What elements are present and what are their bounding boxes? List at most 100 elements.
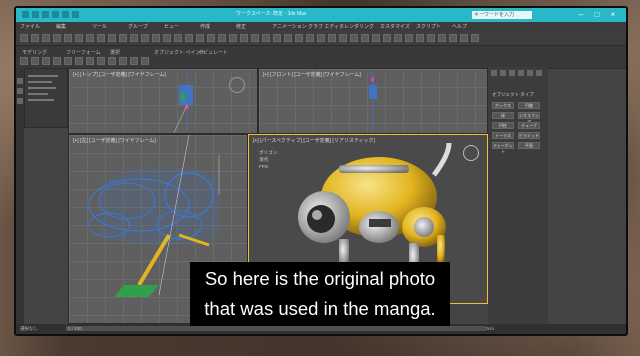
- display-tab-icon[interactable]: [527, 70, 533, 76]
- explorer-icon[interactable]: [17, 78, 23, 84]
- maximize-button[interactable]: □: [592, 10, 602, 20]
- create-tab-icon[interactable]: [491, 70, 497, 76]
- toolbar-tool-icon[interactable]: [31, 34, 39, 42]
- toolbar-tool-icon[interactable]: [317, 34, 325, 42]
- toolbar-tool-icon[interactable]: [218, 34, 226, 42]
- new-file-icon[interactable]: [32, 11, 39, 18]
- menu-item[interactable]: カスタマイズ: [380, 23, 410, 30]
- object-type-button[interactable]: ピラミッド: [518, 132, 540, 139]
- object-type-button[interactable]: ボックス: [492, 102, 514, 109]
- toolbar-tool-icon[interactable]: [20, 34, 28, 42]
- layer-icon[interactable]: [17, 88, 23, 94]
- toolbar-tool-icon[interactable]: [64, 34, 72, 42]
- toolbar-tool-icon[interactable]: [306, 34, 314, 42]
- menu-item[interactable]: 編集: [56, 23, 66, 30]
- menu-item[interactable]: レンダリング: [344, 23, 374, 30]
- toolbar-tool-icon[interactable]: [328, 34, 336, 42]
- toolbar-tool-icon[interactable]: [394, 34, 402, 42]
- ribbon-tool-icon[interactable]: [75, 57, 83, 65]
- menu-item[interactable]: ビュー: [164, 23, 179, 30]
- menu-item[interactable]: グラフ エディタ: [308, 23, 344, 30]
- menu-item[interactable]: 作成: [200, 23, 210, 30]
- ribbon-tab[interactable]: フリーフォーム: [66, 49, 101, 56]
- toolbar-tool-icon[interactable]: [130, 34, 138, 42]
- toolbar-tool-icon[interactable]: [284, 34, 292, 42]
- utilities-tab-icon[interactable]: [536, 70, 542, 76]
- redo-icon[interactable]: [72, 11, 79, 18]
- ribbon-tab[interactable]: 選択: [110, 49, 120, 56]
- toolbar-tool-icon[interactable]: [196, 34, 204, 42]
- menu-item[interactable]: スクリプト: [416, 23, 441, 30]
- toolbar-tool-icon[interactable]: [207, 34, 215, 42]
- toolbar-tool-icon[interactable]: [383, 34, 391, 42]
- toolbar-tool-icon[interactable]: [449, 34, 457, 42]
- toolbar-tool-icon[interactable]: [42, 34, 50, 42]
- toolbar-tool-icon[interactable]: [152, 34, 160, 42]
- viewcube-icon[interactable]: [229, 77, 245, 93]
- menu-item[interactable]: ファイル: [20, 23, 40, 30]
- ribbon-tool-icon[interactable]: [119, 57, 127, 65]
- toolbar-tool-icon[interactable]: [53, 34, 61, 42]
- motion-tab-icon[interactable]: [518, 70, 524, 76]
- filter-icon[interactable]: [17, 98, 23, 104]
- ribbon-tab[interactable]: モデリング: [22, 49, 47, 56]
- ribbon-tool-icon[interactable]: [108, 57, 116, 65]
- toolbar-tool-icon[interactable]: [405, 34, 413, 42]
- viewport-top[interactable]: [+] [トップ] [ユーザ定義] [ワイヤフレーム]: [68, 68, 258, 134]
- undo-icon[interactable]: [62, 11, 69, 18]
- toolbar-tool-icon[interactable]: [361, 34, 369, 42]
- toolbar-tool-icon[interactable]: [273, 34, 281, 42]
- toolbar-tool-icon[interactable]: [350, 34, 358, 42]
- ribbon-tool-icon[interactable]: [86, 57, 94, 65]
- object-type-button[interactable]: 平面: [518, 142, 540, 149]
- viewport-front[interactable]: [+] [フロント] [ユーザ定義] [ワイヤフレーム]: [258, 68, 488, 134]
- toolbar-tool-icon[interactable]: [262, 34, 270, 42]
- object-type-button[interactable]: チューブ: [518, 122, 540, 129]
- ribbon-tool-icon[interactable]: [130, 57, 138, 65]
- toolbar-tool-icon[interactable]: [185, 34, 193, 42]
- object-type-button[interactable]: 球: [492, 112, 514, 119]
- ribbon-tab[interactable]: ポピュレート: [198, 49, 228, 56]
- toolbar-tool-icon[interactable]: [240, 34, 248, 42]
- modify-tab-icon[interactable]: [500, 70, 506, 76]
- toolbar-tool-icon[interactable]: [119, 34, 127, 42]
- minimize-button[interactable]: –: [576, 10, 586, 20]
- toolbar-tool-icon[interactable]: [229, 34, 237, 42]
- toolbar-tool-icon[interactable]: [438, 34, 446, 42]
- toolbar-tool-icon[interactable]: [295, 34, 303, 42]
- ribbon-tool-icon[interactable]: [141, 57, 149, 65]
- toolbar-tool-icon[interactable]: [372, 34, 380, 42]
- toolbar-tool-icon[interactable]: [141, 34, 149, 42]
- teapot-viewcube-icon[interactable]: [463, 145, 479, 161]
- menu-item[interactable]: ツール: [92, 23, 107, 30]
- object-type-button[interactable]: ジオスフィア: [518, 112, 540, 124]
- hierarchy-tab-icon[interactable]: [509, 70, 515, 76]
- toolbar-tool-icon[interactable]: [86, 34, 94, 42]
- menu-item[interactable]: 修正: [236, 23, 246, 30]
- toolbar-tool-icon[interactable]: [416, 34, 424, 42]
- toolbar-tool-icon[interactable]: [163, 34, 171, 42]
- object-type-button[interactable]: 円錐: [518, 102, 540, 109]
- save-file-icon[interactable]: [52, 11, 59, 18]
- object-type-button[interactable]: トーラス: [492, 132, 514, 139]
- toolbar-tool-icon[interactable]: [427, 34, 435, 42]
- object-type-button[interactable]: 円柱: [492, 122, 514, 129]
- menu-item[interactable]: ヘルプ: [452, 23, 467, 30]
- ribbon-tool-icon[interactable]: [53, 57, 61, 65]
- ribbon-tool-icon[interactable]: [31, 57, 39, 65]
- timeline-slider[interactable]: 0 / 100: [66, 326, 486, 331]
- toolbar-tool-icon[interactable]: [75, 34, 83, 42]
- menu-item[interactable]: アニメーション: [272, 23, 307, 30]
- toolbar-tool-icon[interactable]: [174, 34, 182, 42]
- toolbar-tool-icon[interactable]: [108, 34, 116, 42]
- toolbar-tool-icon[interactable]: [471, 34, 479, 42]
- toolbar-tool-icon[interactable]: [339, 34, 347, 42]
- object-type-button[interactable]: ティーポット: [492, 142, 514, 154]
- open-file-icon[interactable]: [42, 11, 49, 18]
- search-input[interactable]: キーワードを入力: [472, 11, 532, 19]
- menu-item[interactable]: グループ: [128, 23, 148, 30]
- close-button[interactable]: ×: [608, 10, 618, 20]
- scene-explorer-panel[interactable]: [24, 68, 68, 128]
- toolbar-tool-icon[interactable]: [460, 34, 468, 42]
- toolbar-tool-icon[interactable]: [251, 34, 259, 42]
